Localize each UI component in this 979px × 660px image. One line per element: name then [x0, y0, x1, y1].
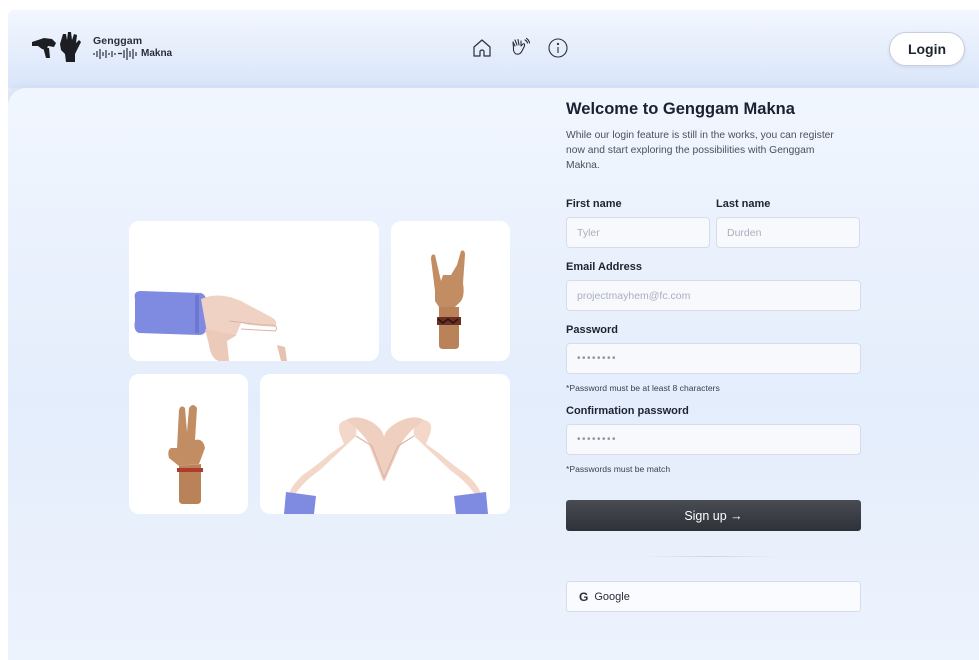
confirm-password-label: Confirmation password [566, 405, 689, 417]
nav-sign-language[interactable] [508, 36, 532, 60]
password-field[interactable]: •••••••• [566, 343, 861, 374]
last-name-field[interactable]: Durden [716, 217, 860, 248]
gallery-tile-pointing [129, 221, 379, 361]
logo-subtitle: Makna [141, 48, 173, 59]
gallery-tile-rock [391, 221, 510, 361]
gallery-tile-peace [129, 374, 248, 514]
divider [640, 556, 780, 557]
hand-logo-icon [30, 30, 86, 64]
password-label: Password [566, 324, 618, 336]
heart-hands-icon [284, 417, 488, 514]
google-label: Google [594, 590, 630, 603]
soundwave-icon [93, 47, 137, 60]
signup-form: Welcome to Genggam Makna While our login… [566, 100, 862, 173]
email-field[interactable]: projectmayhem@fc.com [566, 280, 861, 311]
home-icon [473, 39, 491, 57]
pointing-hands-icon [134, 291, 287, 361]
info-icon [548, 38, 568, 58]
peace-hand-icon [168, 405, 205, 504]
logo-title: Genggam [93, 34, 143, 47]
form-title: Welcome to Genggam Makna [566, 100, 795, 118]
rock-hand-icon [431, 250, 465, 349]
confirm-password-hint: *Passwords must be match [566, 464, 671, 474]
nav-about[interactable] [546, 36, 570, 60]
google-signin-button[interactable]: G Google [566, 581, 861, 612]
signup-button[interactable]: Sign up → [566, 500, 861, 531]
email-label: Email Address [566, 261, 643, 273]
logo[interactable]: Genggam Makna [30, 30, 172, 64]
first-name-label: First name [566, 198, 622, 210]
form-description: While our login feature is still in the … [566, 130, 834, 171]
nav-home[interactable] [470, 36, 494, 60]
last-name-label: Last name [716, 198, 771, 210]
google-icon: G [579, 589, 589, 604]
header-bar: Genggam Makna Login [8, 10, 979, 88]
waving-hand-icon [512, 37, 531, 55]
gallery-tile-heart [260, 374, 510, 514]
main-nav [470, 36, 570, 60]
password-hint: *Password must be at least 8 characters [566, 383, 720, 393]
confirm-password-field[interactable]: •••••••• [566, 424, 861, 455]
login-button[interactable]: Login [889, 32, 965, 66]
first-name-field[interactable]: Tyler [566, 217, 710, 248]
